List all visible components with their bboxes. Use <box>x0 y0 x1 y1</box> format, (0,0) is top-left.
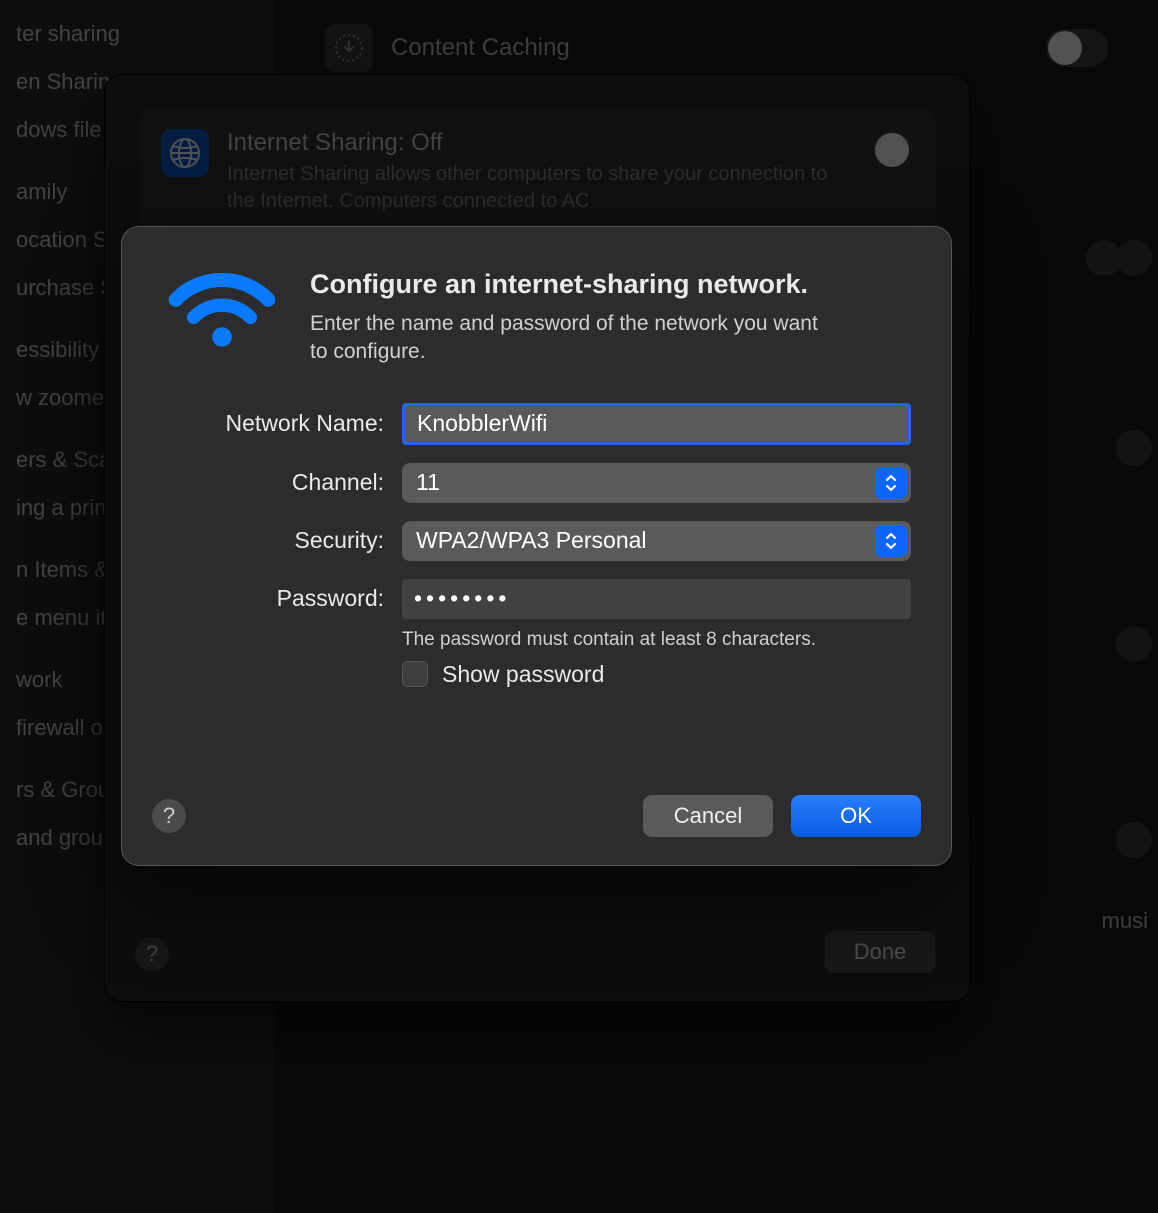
network-name-input[interactable] <box>402 403 911 445</box>
channel-label: Channel: <box>162 469 402 496</box>
password-label: Password: <box>162 585 402 612</box>
password-hint: The password must contain at least 8 cha… <box>402 629 911 651</box>
show-password-label: Show password <box>442 661 604 688</box>
show-password-checkbox[interactable] <box>402 661 428 687</box>
password-input[interactable] <box>402 579 911 619</box>
security-label: Security: <box>162 527 402 554</box>
cancel-button[interactable]: Cancel <box>643 795 773 837</box>
help-button[interactable]: ? <box>152 799 186 833</box>
chevron-updown-icon <box>875 525 907 557</box>
channel-value: 11 <box>416 469 440 496</box>
security-value: WPA2/WPA3 Personal <box>416 527 647 554</box>
form: Network Name: Channel: 11 Security: WPA2… <box>122 367 951 688</box>
channel-select[interactable]: 11 <box>402 463 911 503</box>
ok-button[interactable]: OK <box>791 795 921 837</box>
network-name-label: Network Name: <box>162 410 402 437</box>
wifi-icon <box>162 269 282 367</box>
modal-subtitle: Enter the name and password of the netwo… <box>310 310 830 367</box>
configure-network-modal: Configure an internet-sharing network. E… <box>121 226 952 866</box>
chevron-updown-icon <box>875 467 907 499</box>
modal-title: Configure an internet-sharing network. <box>310 269 830 300</box>
security-select[interactable]: WPA2/WPA3 Personal <box>402 521 911 561</box>
